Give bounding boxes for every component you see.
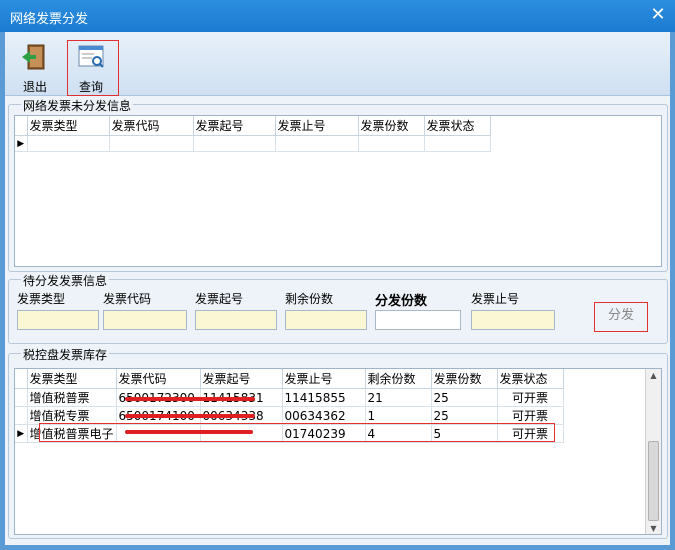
label-type: 发票类型	[17, 292, 66, 306]
row-header-corner	[15, 369, 28, 389]
highlight-row	[39, 423, 555, 442]
undistributed-grid[interactable]: 发票类型 发票代码 发票起号 发票止号 发票份数 发票状态 ▶	[14, 115, 662, 267]
window-title: 网络发票分发	[10, 12, 89, 27]
cell[interactable]	[27, 135, 110, 152]
col-header[interactable]: 发票份数	[358, 116, 425, 136]
body: 网络发票未分发信息 发票类型 发票代码 发票起号 发票止号 发票份数 发票状态	[5, 96, 670, 545]
exit-button[interactable]: 退出	[11, 38, 59, 94]
cell[interactable]	[275, 135, 359, 152]
label-start: 发票起号	[195, 292, 244, 306]
undistributed-title: 网络发票未分发信息	[21, 97, 134, 114]
cell-end[interactable]: 00634362	[282, 406, 366, 425]
pending-group: 待分发发票信息 发票类型 发票代码 发票起号 剩余份数 分发份数 发票止号 分发	[8, 272, 668, 344]
remaining-field[interactable]	[285, 310, 367, 330]
col-header[interactable]: 发票止号	[282, 369, 366, 389]
row-header	[15, 388, 28, 407]
cell[interactable]	[358, 135, 425, 152]
cell-type[interactable]: 增值税专票	[27, 406, 117, 425]
cell[interactable]	[424, 135, 491, 152]
row-header-corner	[15, 116, 28, 136]
cell[interactable]	[193, 135, 276, 152]
col-header[interactable]: 剩余份数	[365, 369, 432, 389]
close-icon[interactable]: ✕	[647, 4, 669, 26]
cell-end[interactable]: 11415855	[282, 388, 366, 407]
col-header[interactable]: 发票类型	[27, 116, 110, 136]
pending-title: 待分发发票信息	[21, 272, 110, 289]
redaction-mark	[125, 414, 255, 418]
exit-icon	[22, 44, 45, 70]
scroll-up-icon[interactable]: ▲	[646, 369, 661, 383]
window: 网络发票分发 ✕ 退出 查询 网络发票未分发信息 发票类型 发票代码 发票起号 …	[0, 0, 675, 550]
title-bar: 网络发票分发 ✕	[0, 0, 675, 32]
cell-status[interactable]: 可开票	[497, 388, 564, 407]
scroll-down-icon[interactable]: ▼	[646, 522, 661, 534]
count-field[interactable]	[375, 310, 461, 330]
cell-remaining[interactable]: 21	[365, 388, 432, 407]
label-remaining: 剩余份数	[285, 292, 334, 306]
table-row[interactable]: ▶	[15, 135, 491, 152]
vertical-scrollbar[interactable]: ▲ ▼	[645, 369, 661, 534]
label-count: 分发份数	[375, 294, 428, 309]
row-header	[15, 406, 28, 425]
table-row[interactable]: 增值税普票 6500172300 11415831 11415855 21 25…	[15, 388, 564, 407]
toolbar: 退出 查询	[5, 32, 670, 96]
cell-count[interactable]: 25	[431, 406, 498, 425]
col-header[interactable]: 发票状态	[424, 116, 491, 136]
col-header[interactable]: 发票代码	[109, 116, 194, 136]
col-header[interactable]: 发票起号	[193, 116, 276, 136]
inventory-grid[interactable]: 发票类型 发票代码 发票起号 发票止号 剩余份数 发票份数 发票状态 增值税普票…	[14, 368, 662, 535]
cell-status[interactable]: 可开票	[497, 406, 564, 425]
col-header[interactable]: 发票状态	[497, 369, 564, 389]
highlight-query	[67, 40, 119, 96]
cell[interactable]	[109, 135, 194, 152]
table-row[interactable]: 增值税专票 6500174100 00634338 00634362 1 25 …	[15, 406, 564, 425]
scroll-thumb[interactable]	[648, 441, 659, 521]
cell-type[interactable]: 增值税普票	[27, 388, 117, 407]
exit-label: 退出	[22, 80, 47, 94]
col-header[interactable]: 发票份数	[431, 369, 498, 389]
row-pointer-icon: ▶	[15, 135, 28, 152]
col-header[interactable]: 发票类型	[27, 369, 117, 389]
distribute-button[interactable]: 分发	[594, 302, 648, 332]
cell-remaining[interactable]: 1	[365, 406, 432, 425]
undistributed-group: 网络发票未分发信息 发票类型 发票代码 发票起号 发票止号 发票份数 发票状态	[8, 97, 668, 272]
label-end: 发票止号	[471, 292, 520, 306]
label-code: 发票代码	[103, 292, 152, 306]
code-field[interactable]	[103, 310, 187, 330]
inventory-group: 税控盘发票库存 发票类型 发票代码 发票起号 发票止号 剩余份数 发票份数 发票…	[8, 346, 668, 539]
col-header[interactable]: 发票止号	[275, 116, 359, 136]
inventory-title: 税控盘发票库存	[21, 346, 110, 363]
end-field[interactable]	[471, 310, 555, 330]
col-header[interactable]: 发票起号	[200, 369, 283, 389]
col-header[interactable]: 发票代码	[116, 369, 201, 389]
start-field[interactable]	[195, 310, 277, 330]
redaction-mark	[125, 397, 255, 401]
type-field[interactable]	[17, 310, 99, 330]
row-pointer-icon: ▶	[15, 424, 28, 443]
cell-count[interactable]: 25	[431, 388, 498, 407]
